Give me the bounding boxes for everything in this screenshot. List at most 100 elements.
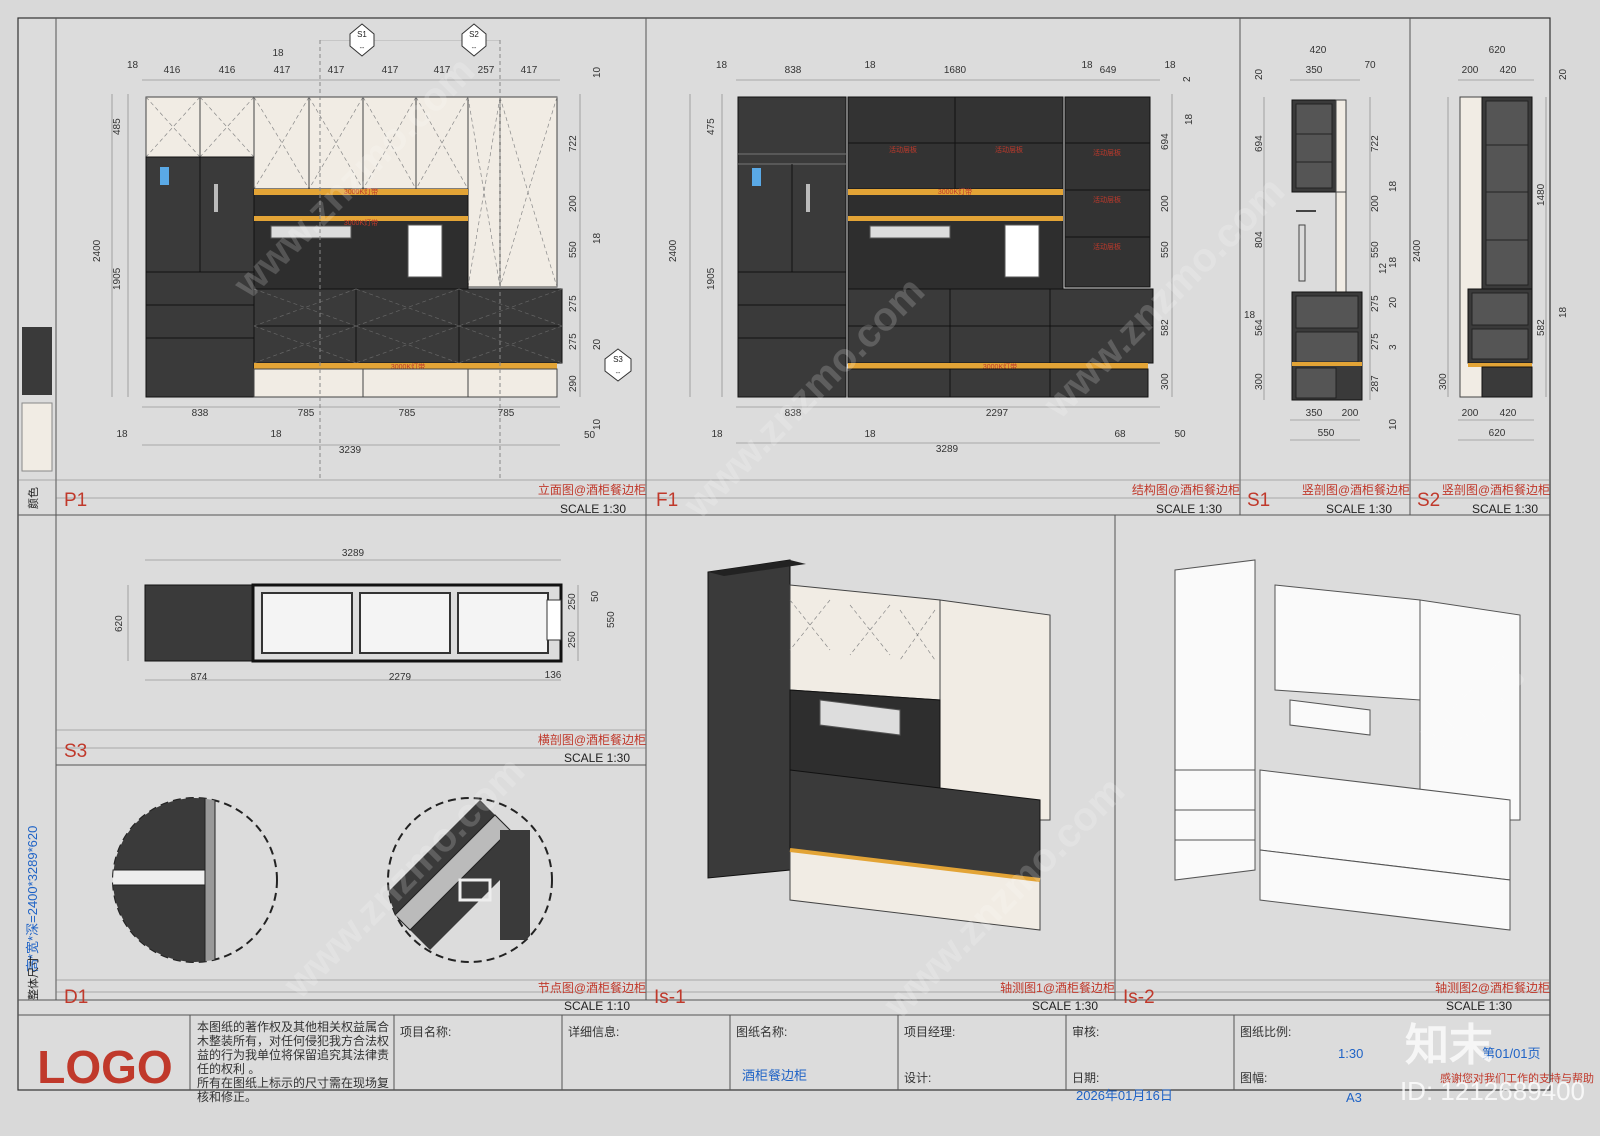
f1-dim-left-0: 475 bbox=[706, 118, 717, 135]
f1-dim-extra-1: 50 bbox=[1174, 429, 1186, 440]
p1-dim-left-0: 485 bbox=[112, 118, 123, 135]
f1-dim-left-1: 2400 bbox=[668, 239, 679, 262]
p1-dim-left-2: 1905 bbox=[112, 267, 123, 290]
d1-scale: SCALE 1:10 bbox=[564, 999, 630, 1013]
s2-dim-top-2: 420 bbox=[1500, 65, 1517, 76]
color-label: 颜色 bbox=[26, 487, 40, 509]
section-s2-label: S2 bbox=[469, 30, 479, 39]
s1-dim-right-8: 18 bbox=[1388, 180, 1399, 192]
f1-dim-total: 3289 bbox=[936, 444, 959, 455]
p1-dim-right-7: 290 bbox=[568, 375, 579, 392]
p1-dim-right-2: 550 bbox=[568, 241, 579, 258]
drawing-name: 酒柜餐边柜 bbox=[742, 1068, 807, 1083]
overall-size-value: 高*宽*深=2400*3289*620 bbox=[25, 826, 40, 972]
design-label: 设计: bbox=[904, 1071, 931, 1085]
p1-dim-top-6: 417 bbox=[382, 65, 399, 76]
p1-light-label-2: 3000K灯带 bbox=[344, 218, 378, 227]
id-watermark: ID: 1212689400 bbox=[1400, 1076, 1585, 1106]
s1-dim-left-2: 564 bbox=[1254, 319, 1265, 336]
f1-code: F1 bbox=[656, 490, 678, 511]
f1-board-label-5: 活动层板 bbox=[1093, 242, 1121, 251]
p1-dim-bottom-0: 838 bbox=[192, 408, 209, 419]
f1-dim-top-3: 1680 bbox=[944, 65, 967, 76]
f1-board-label-3: 活动层板 bbox=[1093, 148, 1121, 157]
s1-code: S1 bbox=[1247, 490, 1270, 511]
s3-code: S3 bbox=[64, 741, 87, 762]
overall-size-label: 整体尺寸 bbox=[26, 956, 40, 1000]
f1-scale: SCALE 1:30 bbox=[1156, 502, 1222, 516]
p1-dim-right-3: 18 bbox=[592, 232, 603, 244]
d1-code: D1 bbox=[64, 987, 88, 1008]
date-value: 2026年01月16日 bbox=[1076, 1088, 1173, 1103]
s1-dim-right-5: 275 bbox=[1370, 333, 1381, 350]
p1-dim-right-1: 200 bbox=[568, 195, 579, 212]
p1-dim-right-8: 10 bbox=[592, 418, 603, 430]
ratio-value: 1:30 bbox=[1338, 1046, 1363, 1061]
is1-title: 轴测图1@酒柜餐边柜 bbox=[1000, 980, 1115, 995]
p1-dim-top-4: 417 bbox=[274, 65, 291, 76]
swatch-dark bbox=[22, 327, 52, 395]
s1-dim-right-12: 18 bbox=[1244, 310, 1256, 321]
f1-dim-bottom-1: 2297 bbox=[986, 408, 1009, 419]
p1-dim-top-5: 417 bbox=[328, 65, 345, 76]
f1-dim-top-1: 838 bbox=[785, 65, 802, 76]
copyright-line-3: 任的权利 。 bbox=[197, 1061, 260, 1076]
s1-title: 竖剖图@酒柜餐边柜 bbox=[1302, 482, 1410, 497]
s1-dim-bottom-1: 200 bbox=[1342, 408, 1359, 419]
section-s3-sub: -- bbox=[616, 370, 621, 377]
s3-dim-8: 550 bbox=[606, 611, 617, 628]
p1-dim-small-2: 18 bbox=[270, 429, 282, 440]
s2-dim-right-2: 18 bbox=[1558, 306, 1569, 318]
s3-dim-2: 2279 bbox=[389, 672, 412, 683]
f1-dim-top-0: 18 bbox=[716, 60, 728, 71]
p1-title: 立面图@酒柜餐边柜 bbox=[538, 482, 646, 497]
f1-dim-extra-0: 68 bbox=[1114, 429, 1126, 440]
s1-dim-right-6: 287 bbox=[1370, 375, 1381, 392]
f1-board-label-1: 活动层板 bbox=[889, 145, 917, 154]
p1-dim-right-4: 275 bbox=[568, 295, 579, 312]
s1-dim-left-3: 300 bbox=[1254, 373, 1265, 390]
s2-dim-left-0: 2400 bbox=[1412, 239, 1423, 262]
s2-dim-bottom-2: 620 bbox=[1489, 428, 1506, 439]
copyright-line-1: 木整装所有，对任何侵犯我方合法权 bbox=[197, 1033, 389, 1048]
s2-dim-right-1: 582 bbox=[1536, 319, 1547, 336]
s3-title: 横剖图@酒柜餐边柜 bbox=[538, 732, 646, 747]
pm-label: 项目经理: bbox=[904, 1025, 955, 1039]
f1-dim-right-2: 550 bbox=[1160, 241, 1171, 258]
is1-scale: SCALE 1:30 bbox=[1032, 999, 1098, 1013]
s2-dim-top-1: 200 bbox=[1462, 65, 1479, 76]
s1-dim-bottom-2: 550 bbox=[1318, 428, 1335, 439]
f1-board-label-2: 活动层板 bbox=[995, 145, 1023, 154]
s2-dim-right-0: 1480 bbox=[1536, 183, 1547, 206]
s3-dim-5: 250 bbox=[567, 593, 578, 610]
is1-code: Is-1 bbox=[654, 987, 686, 1008]
brand-watermark: 知末 bbox=[1405, 1021, 1493, 1070]
f1-dim-top-2: 18 bbox=[864, 60, 876, 71]
format-label: 图幅: bbox=[1240, 1070, 1267, 1085]
f1-dim-extra-3: 18 bbox=[864, 429, 876, 440]
drawing-sheet: 颜色 高*宽*深=2400*3289*620 整体尺寸 3000K灯带 3000… bbox=[0, 0, 1600, 1131]
section-s3-label: S3 bbox=[613, 355, 623, 364]
s2-dim-top-3: 20 bbox=[1558, 68, 1569, 80]
section-s2-sub: -- bbox=[472, 45, 477, 52]
s3-dim-7: 50 bbox=[590, 590, 601, 602]
p1-dim-top-2: 416 bbox=[219, 65, 236, 76]
s2-dim-top-0: 620 bbox=[1489, 45, 1506, 56]
s3-dim-3: 136 bbox=[545, 670, 562, 681]
s3-dim-6: 250 bbox=[567, 631, 578, 648]
p1-dim-bottom-2: 785 bbox=[399, 408, 416, 419]
s1-scale: SCALE 1:30 bbox=[1326, 502, 1392, 516]
p1-dim-small-1: 18 bbox=[116, 429, 128, 440]
p1-dim-top-8: 257 bbox=[478, 65, 495, 76]
s1-dim-right-2: 550 bbox=[1370, 241, 1381, 258]
s1-dim-right-0: 722 bbox=[1370, 135, 1381, 152]
p1-dim-top-0: 18 bbox=[127, 60, 139, 71]
s3-dim-4: 620 bbox=[114, 615, 125, 632]
s1-dim-top-3: 20 bbox=[1254, 68, 1265, 80]
copyright-line-0: 本图纸的著作权及其他相关权益属合 bbox=[197, 1019, 389, 1034]
p1-code: P1 bbox=[64, 490, 87, 511]
s3-dim-0: 3289 bbox=[342, 548, 365, 559]
s1-dim-right-11: 3 bbox=[1388, 344, 1399, 350]
s1-dim-right-3: 275 bbox=[1370, 295, 1381, 312]
s1-dim-right-1: 200 bbox=[1370, 195, 1381, 212]
